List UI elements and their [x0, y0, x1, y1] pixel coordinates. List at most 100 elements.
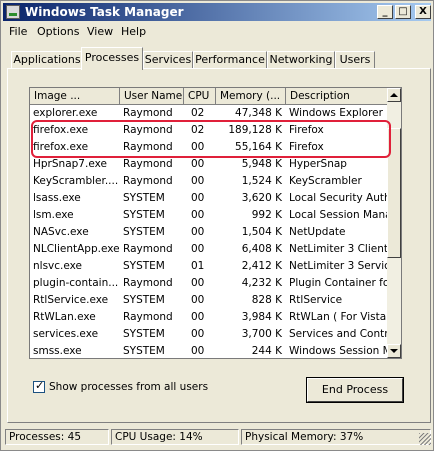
task-manager-window: Windows Task Manager _ □ X File Options … [0, 0, 434, 451]
cell-image-name: HprSnap7.exe [33, 158, 107, 170]
cell-image-name: lsass.exe [33, 192, 81, 204]
show-all-processes-checkbox[interactable] [33, 379, 45, 393]
column-memory[interactable]: Memory (... [216, 88, 286, 105]
cell-image-name: lsm.exe [33, 209, 74, 221]
arrow-down-icon [390, 349, 398, 353]
cell-image-name: services.exe [33, 328, 99, 340]
cell-user-name: SYSTEM [123, 192, 165, 204]
cell-memory: 828 K [251, 294, 282, 306]
tab-strip: Applications Processes Services Performa… [5, 47, 431, 70]
cell-description: RtlService [289, 294, 343, 306]
cell-cpu: 00 [191, 243, 205, 255]
close-button[interactable]: X [415, 5, 431, 19]
maximize-button[interactable]: □ [395, 5, 411, 19]
column-cpu[interactable]: CPU [184, 88, 216, 105]
status-cpu-usage: CPU Usage: 14% [111, 429, 239, 445]
cell-image-name: plugin-contain... [33, 277, 119, 289]
cell-image-name: RtlService.exe [33, 294, 109, 306]
cell-cpu: 00 [191, 175, 205, 187]
resize-grip-icon[interactable] [419, 433, 431, 445]
end-process-button[interactable]: End Process [306, 377, 404, 403]
column-image-name[interactable]: Image ... [30, 88, 120, 105]
scroll-up-button[interactable] [387, 88, 401, 102]
cell-user-name: Raymond [123, 311, 173, 323]
cell-cpu: 00 [191, 294, 205, 306]
table-row[interactable]: plugin-contain... Raymond 00 4,232 K Plugin … [30, 275, 388, 292]
cell-cpu: 00 [191, 328, 205, 340]
cell-image-name: NLClientApp.exe [33, 243, 120, 255]
tab-networking[interactable]: Networking [267, 51, 335, 69]
minimize-button[interactable]: _ [377, 5, 393, 19]
cell-image-name: smss.exe [33, 345, 82, 357]
cell-cpu: 01 [191, 260, 205, 272]
menu-file[interactable]: File [9, 25, 27, 38]
status-physical-memory: Physical Memory: 37% [241, 429, 431, 445]
cell-cpu: 00 [191, 311, 205, 323]
cell-user-name: Raymond [123, 158, 173, 170]
cell-description: NetLimiter 3 Client [289, 243, 388, 255]
tab-applications[interactable]: Applications [11, 51, 83, 69]
cell-description: RtWLan ( For Vista ) [289, 311, 388, 323]
table-row[interactable]: smss.exe SYSTEM 00 244 K Windows Session M [30, 343, 388, 358]
cell-description: NetUpdate [289, 226, 346, 238]
table-row[interactable]: nlsvc.exe SYSTEM 01 2,412 K NetLimiter 3 Ser… [30, 258, 388, 275]
status-processes: Processes: 45 [5, 429, 109, 445]
firefox-highlight-box [31, 120, 391, 158]
cell-image-name: NASvc.exe [33, 226, 89, 238]
cell-description: Plugin Container for [289, 277, 388, 289]
cell-memory: 6,408 K [241, 243, 282, 255]
tab-users[interactable]: Users [335, 51, 375, 69]
title-bar[interactable]: Windows Task Manager _ □ X [3, 3, 431, 21]
cell-cpu: 00 [191, 277, 205, 289]
cell-memory: 1,504 K [241, 226, 282, 238]
cell-memory: 3,984 K [241, 311, 282, 323]
table-row[interactable]: lsass.exe SYSTEM 00 3,620 K Local Security A… [30, 190, 388, 207]
cell-memory: 2,412 K [241, 260, 282, 272]
column-user-name[interactable]: User Name [120, 88, 184, 105]
table-row[interactable]: RtWLan.exe Raymond 00 3,984 K RtWLan ( For V… [30, 309, 388, 326]
cell-user-name: Raymond [123, 243, 173, 255]
cell-cpu: 00 [191, 158, 205, 170]
column-description[interactable]: Description [286, 88, 390, 105]
menu-view[interactable]: View [87, 25, 113, 38]
table-row[interactable]: RtlService.exe SYSTEM 00 828 K RtlService [30, 292, 388, 309]
cell-cpu: 00 [191, 192, 205, 204]
arrow-up-icon [390, 93, 398, 97]
cell-memory: 5,948 K [241, 158, 282, 170]
cell-cpu: 00 [191, 226, 205, 238]
cell-user-name: SYSTEM [123, 209, 165, 221]
table-row[interactable]: HprSnap7.exe Raymond 00 5,948 K HyperSnap [30, 156, 388, 173]
cell-memory: 3,700 K [241, 328, 282, 340]
cell-description: Local Session Manag [289, 209, 388, 221]
cell-image-name: RtWLan.exe [33, 311, 96, 323]
cell-memory: 4,232 K [241, 277, 282, 289]
cell-user-name: SYSTEM [123, 328, 165, 340]
cell-description: NetLimiter 3 Service [289, 260, 388, 272]
tab-services[interactable]: Services [143, 51, 193, 69]
tab-performance[interactable]: Performance [193, 51, 267, 69]
cell-description: KeyScrambler [289, 175, 362, 187]
cell-cpu: 00 [191, 209, 205, 221]
menu-help[interactable]: Help [121, 25, 146, 38]
menu-options[interactable]: Options [37, 25, 79, 38]
cell-memory: 244 K [251, 345, 282, 357]
cell-user-name: SYSTEM [123, 226, 165, 238]
table-row[interactable]: services.exe SYSTEM 00 3,700 K Services and … [30, 326, 388, 343]
cell-user-name: Raymond [123, 175, 173, 187]
table-row[interactable]: KeyScrambler.... Raymond 00 1,524 K KeyScram… [30, 173, 388, 190]
process-list-header: Image ... User Name CPU Memory (... Desc… [30, 88, 390, 105]
cell-description: Local Security Autho [289, 192, 388, 204]
table-row[interactable]: NASvc.exe SYSTEM 00 1,504 K NetUpdate [30, 224, 388, 241]
tab-processes[interactable]: Processes [81, 47, 143, 70]
scroll-down-button[interactable] [387, 344, 401, 358]
task-manager-icon [6, 5, 20, 19]
cell-user-name: SYSTEM [123, 260, 165, 272]
cell-memory: 3,620 K [241, 192, 282, 204]
cell-user-name: Raymond [123, 277, 173, 289]
status-bar: Processes: 45 CPU Usage: 14% Physical Me… [3, 427, 433, 447]
table-row[interactable]: NLClientApp.exe Raymond 00 6,408 K NetLimite… [30, 241, 388, 258]
table-row[interactable]: lsm.exe SYSTEM 00 992 K Local Session Manag [30, 207, 388, 224]
cell-cpu: 00 [191, 345, 205, 357]
cell-description: Services and Contro [289, 328, 388, 340]
cell-user-name: SYSTEM [123, 345, 165, 357]
